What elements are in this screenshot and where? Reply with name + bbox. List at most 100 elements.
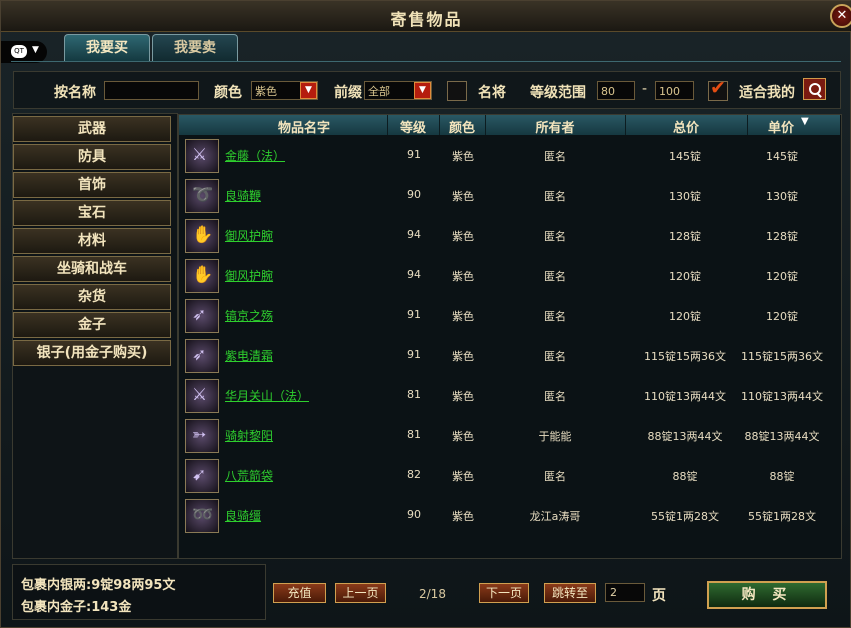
item-name-link[interactable]: 华月关山（法） — [225, 387, 309, 404]
item-name-link[interactable]: 良骑缰 — [225, 507, 261, 524]
color-filter-label: 颜色 — [214, 85, 242, 101]
category-misc[interactable]: 杂货 — [13, 284, 171, 310]
header-name[interactable]: 物品名字 — [229, 117, 379, 136]
sort-desc-icon[interactable]: ▼ — [801, 116, 809, 127]
chevron-down-icon[interactable]: ▼ — [414, 82, 431, 99]
category-sidebar: 武器 防具 首饰 宝石 材料 坐骑和战车 杂货 金子 银子(用金子购买) — [12, 113, 178, 559]
window-title: 寄售物品 — [390, 10, 463, 29]
level-min-input[interactable]: 80 — [597, 81, 635, 100]
item-level: 94 — [407, 268, 421, 281]
table-row[interactable]: ➳ 骑射黎阳 81 紫色 于能能 88锭13两44文 88锭13两44文 — [179, 416, 840, 456]
category-gems[interactable]: 宝石 — [13, 200, 171, 226]
table-row[interactable]: ➹ 八荒箭袋 82 紫色 匿名 88锭 88锭 — [179, 456, 840, 496]
recharge-button[interactable]: 充值 — [273, 583, 326, 603]
item-unit-price: 120锭 — [766, 270, 798, 283]
table-row[interactable]: ⚔ 华月关山（法） 81 紫色 匿名 110锭13两44文 110锭13两44文 — [179, 376, 840, 416]
header-level[interactable]: 等级 — [389, 117, 437, 136]
bracer-icon-glyph: ✋ — [192, 265, 214, 285]
bracer-icon-glyph: ✋ — [192, 225, 214, 245]
category-armor[interactable]: 防具 — [13, 144, 171, 170]
chevron-down-icon[interactable]: ▼ — [300, 82, 317, 99]
item-owner: 龙江a涛哥 — [529, 510, 581, 523]
item-owner: 匿名 — [544, 230, 566, 243]
qq-chat-widget[interactable]: QT ▼ — [1, 41, 47, 63]
table-row[interactable]: ➶ 紫电清霜 91 紫色 匿名 115锭15两36文 115锭15两36文 — [179, 336, 840, 376]
sword-icon-glyph: ⚔ — [192, 385, 208, 405]
table-row[interactable]: ✋ 御风护腕 94 紫色 匿名 128锭 128锭 — [179, 216, 840, 256]
category-materials[interactable]: 材料 — [13, 228, 171, 254]
item-color: 紫色 — [452, 390, 474, 403]
gold-balance: 包裹内金子:143金 — [21, 600, 132, 615]
category-weapons[interactable]: 武器 — [13, 116, 171, 142]
item-owner: 匿名 — [544, 150, 566, 163]
item-name-link[interactable]: 镐京之殇 — [225, 307, 273, 324]
name-filter-label: 按名称 — [54, 85, 96, 101]
divider — [11, 61, 841, 62]
category-silver[interactable]: 银子(用金子购买) — [13, 340, 171, 366]
item-level: 81 — [407, 388, 421, 401]
whip-icon: ➰ — [185, 179, 219, 213]
item-owner: 匿名 — [544, 270, 566, 283]
famous-checkbox[interactable] — [447, 81, 467, 101]
header-color[interactable]: 颜色 — [441, 117, 483, 136]
item-color: 紫色 — [452, 430, 474, 443]
jump-to-page-button[interactable]: 跳转至 — [544, 583, 596, 603]
table-row[interactable]: ✋ 御风护腕 94 紫色 匿名 120锭 120锭 — [179, 256, 840, 296]
sword-icon: ⚔ — [185, 379, 219, 413]
quiver-icon: ➹ — [185, 459, 219, 493]
page-indicator: 2/18 — [419, 587, 446, 601]
item-level: 91 — [407, 308, 421, 321]
item-name-link[interactable]: 八荒箭袋 — [225, 467, 273, 484]
close-icon[interactable]: ✕ — [830, 4, 851, 28]
next-page-button[interactable]: 下一页 — [479, 583, 529, 603]
buy-button[interactable]: 购 买 — [707, 581, 827, 609]
prev-page-button[interactable]: 上一页 — [335, 583, 386, 603]
item-level: 90 — [407, 188, 421, 201]
item-level: 91 — [407, 348, 421, 361]
suit-me-label: 适合我的 — [739, 85, 795, 101]
item-color: 紫色 — [452, 470, 474, 483]
page-number-input[interactable]: 2 — [605, 583, 645, 602]
header-divider — [387, 115, 388, 135]
table-header: 物品名字 等级 颜色 所有者 总价 单价 — [179, 115, 840, 136]
item-unit-price: 110锭13两44文 — [741, 390, 823, 403]
suit-me-checkbox[interactable]: ✔ — [708, 77, 728, 101]
item-name-link[interactable]: 御风护腕 — [225, 267, 273, 284]
table-row[interactable]: ⚔ 金藤（法） 91 紫色 匿名 145锭 145锭 — [179, 136, 840, 176]
table-row[interactable]: ➰ 良骑鞭 90 紫色 匿名 130锭 130锭 — [179, 176, 840, 216]
chevron-down-icon: ▼ — [32, 45, 39, 55]
item-name-link[interactable]: 紫电清霜 — [225, 347, 273, 364]
category-mounts[interactable]: 坐骑和战车 — [13, 256, 171, 282]
rein-icon-glyph: ➿ — [192, 505, 214, 525]
tab-buy[interactable]: 我要买 — [64, 34, 150, 61]
level-max-input[interactable]: 100 — [655, 81, 694, 100]
wallet-panel: 包裹内银两:9锭98两95文 包裹内金子:143金 — [12, 564, 266, 620]
bracer-icon: ✋ — [185, 219, 219, 253]
item-name-link[interactable]: 御风护腕 — [225, 227, 273, 244]
item-name-link[interactable]: 金藤（法） — [225, 147, 285, 164]
item-owner: 匿名 — [544, 350, 566, 363]
search-button[interactable] — [803, 78, 826, 100]
level-range-separator: - — [642, 81, 648, 97]
header-owner[interactable]: 所有者 — [487, 117, 623, 136]
item-name-link[interactable]: 骑射黎阳 — [225, 427, 273, 444]
item-color: 紫色 — [452, 510, 474, 523]
tab-sell[interactable]: 我要卖 — [152, 34, 238, 61]
title-bar: 寄售物品 ✕ — [1, 1, 851, 32]
item-owner: 于能能 — [538, 430, 572, 443]
table-row[interactable]: ➿ 良骑缰 90 紫色 龙江a涛哥 55锭1两28文 55锭1两28文 — [179, 496, 840, 536]
item-unit-price: 55锭1两28文 — [748, 510, 816, 523]
item-name-link[interactable]: 良骑鞭 — [225, 187, 261, 204]
table-row[interactable]: ➶ 镐京之殇 91 紫色 匿名 120锭 120锭 — [179, 296, 840, 336]
sword-icon: ⚔ — [185, 139, 219, 173]
category-gold[interactable]: 金子 — [13, 312, 171, 338]
item-owner: 匿名 — [544, 190, 566, 203]
header-divider — [625, 115, 626, 135]
rein-icon: ➿ — [185, 499, 219, 533]
prefix-filter-label: 前缀 — [334, 85, 362, 101]
category-jewelry[interactable]: 首饰 — [13, 172, 171, 198]
name-search-input[interactable] — [104, 81, 199, 100]
item-level: 90 — [407, 508, 421, 521]
header-total[interactable]: 总价 — [627, 117, 745, 136]
item-level: 81 — [407, 428, 421, 441]
